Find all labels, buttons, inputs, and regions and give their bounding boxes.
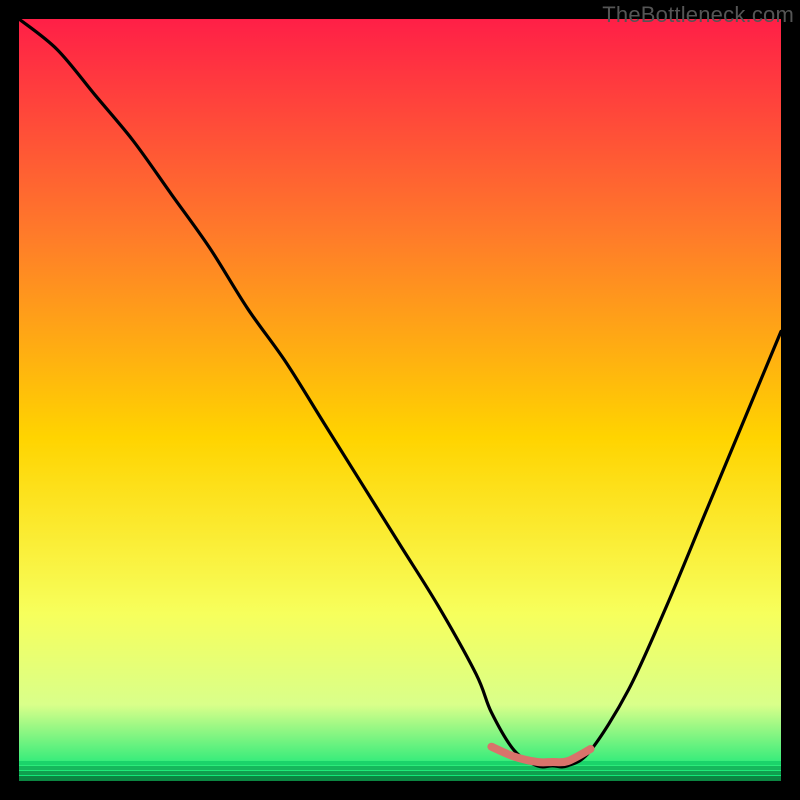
watermark-text: TheBottleneck.com — [602, 2, 794, 28]
bottleneck-plot — [19, 19, 781, 781]
green-band-2 — [19, 766, 781, 770]
green-band-4 — [19, 776, 781, 781]
green-band-1 — [19, 761, 781, 765]
gradient-background — [19, 19, 781, 781]
green-band-3 — [19, 771, 781, 775]
chart-frame — [19, 19, 781, 781]
